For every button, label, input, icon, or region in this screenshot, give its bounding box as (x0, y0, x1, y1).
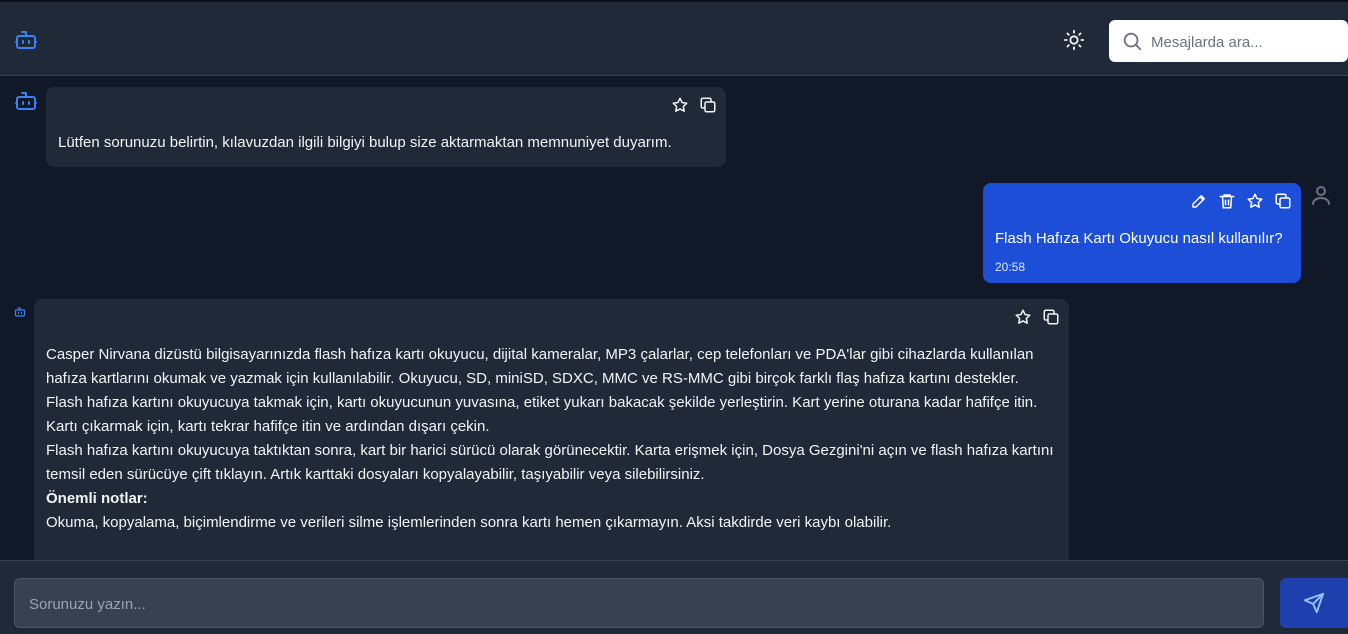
search-icon (1121, 30, 1143, 52)
message-text: Lütfen sorunuzu belirtin, kılavuzdan ilg… (58, 134, 672, 151)
chat-area: Lütfen sorunuzu belirtin, kılavuzdan ilg… (0, 77, 1348, 560)
edit-icon[interactable] (1189, 191, 1209, 211)
composer[interactable] (14, 578, 1264, 629)
copy-icon[interactable] (1041, 307, 1061, 327)
message-actions (1189, 191, 1293, 211)
message-paragraph: Casper Nirvana dizüstü bilgisayarınızda … (46, 346, 1034, 387)
bot-message: Lütfen sorunuzu belirtin, kılavuzdan ilg… (46, 87, 726, 167)
star-icon[interactable] (1245, 191, 1265, 211)
bot-avatar-icon (14, 305, 26, 317)
message-paragraph: Okuma, kopyalama, biçimlendirme ve veril… (46, 514, 892, 531)
copy-icon[interactable] (698, 95, 718, 115)
message-heading: Önemli notlar: (46, 490, 148, 507)
message-actions (1013, 307, 1061, 327)
send-button[interactable] (1280, 578, 1348, 628)
bot-avatar-icon (14, 89, 38, 113)
composer-bar (0, 560, 1348, 634)
message-time: 20:58 (995, 260, 1026, 274)
message-text: Flash Hafıza Kartı Okuyucu nasıl kullanı… (995, 230, 1283, 247)
star-icon[interactable] (1013, 307, 1033, 327)
trash-icon[interactable] (1217, 191, 1237, 211)
copy-icon[interactable] (1273, 191, 1293, 211)
user-message: Flash Hafıza Kartı Okuyucu nasıl kullanı… (983, 183, 1301, 283)
message-text: Casper Nirvana dizüstü bilgisayarınızda … (46, 343, 1057, 535)
search-box[interactable] (1109, 20, 1348, 64)
sun-icon[interactable] (1063, 29, 1085, 51)
message-actions (670, 95, 718, 115)
message-paragraph: Flash hafıza kartını okuyucuya taktıktan… (46, 442, 1054, 483)
send-icon (1303, 592, 1325, 614)
message-paragraph: Flash hafıza kartını okuyucuya takmak iç… (46, 394, 1038, 435)
bot-message: Casper Nirvana dizüstü bilgisayarınızda … (34, 299, 1069, 560)
star-icon[interactable] (670, 95, 690, 115)
bot-icon (14, 28, 38, 52)
user-avatar-icon (1309, 183, 1333, 207)
search-input[interactable] (1149, 20, 1348, 64)
message-input[interactable] (27, 579, 1251, 629)
top-bar (0, 0, 1348, 76)
